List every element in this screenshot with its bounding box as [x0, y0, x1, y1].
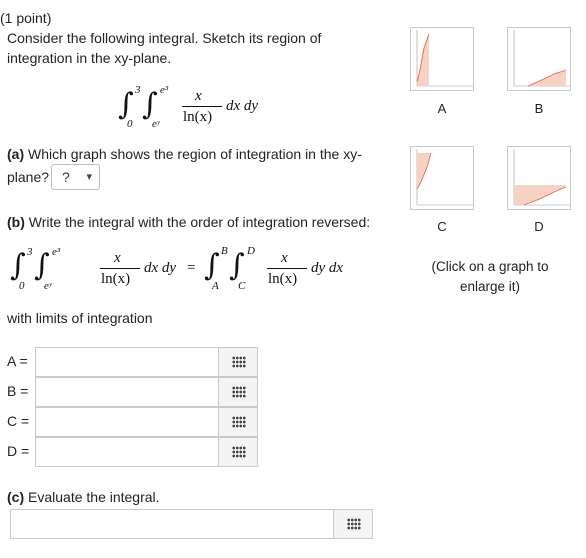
graph-select-value: ?: [62, 169, 70, 185]
lhs-denominator: ln(x): [101, 271, 131, 287]
with-limits-text: with limits of integration: [7, 310, 153, 326]
graph-c-thumbnail[interactable]: [410, 146, 474, 210]
part-a-label: (a): [7, 146, 25, 162]
limit-input-c-text[interactable]: [36, 408, 218, 436]
rhs-denominator: ln(x): [268, 271, 298, 287]
chevron-down-icon: ▾: [86, 171, 92, 183]
rhs-outer-upper: B: [221, 245, 228, 257]
keypad-icon: [232, 446, 246, 458]
problem-intro-line1: Consider the following integral. Sketch …: [7, 30, 322, 46]
graph-hint-line1: (Click on a graph to: [431, 259, 549, 274]
rhs-differentials: dy dx: [311, 260, 344, 276]
integral-differentials: dx dy: [226, 98, 259, 114]
rhs-outer-lower: A: [212, 280, 219, 292]
limit-input-a[interactable]: [35, 347, 219, 377]
part-b-line: (b) Write the integral with the order of…: [7, 212, 370, 232]
equals-sign: =: [187, 260, 196, 276]
lhs-inner-upper: e³: [52, 246, 61, 258]
inner-upper-limit: e³: [160, 84, 169, 96]
keypad-icon: [232, 386, 246, 398]
limit-d-palette-button[interactable]: [218, 437, 258, 467]
limit-label-c: C =: [7, 413, 30, 429]
problem-points: (1 point): [0, 10, 52, 26]
rhs-inner-upper: D: [247, 245, 255, 257]
lhs-numerator: x: [114, 250, 121, 266]
limit-label-d: D =: [7, 443, 30, 459]
integral-value-input-text[interactable]: [11, 510, 333, 538]
limit-a-palette-button[interactable]: [218, 347, 258, 377]
integral-palette-button[interactable]: [333, 509, 373, 539]
part-c-label: (c): [7, 489, 25, 505]
keypad-icon: [347, 518, 361, 530]
limit-input-c[interactable]: [35, 407, 219, 437]
part-c-line: (c) Evaluate the integral.: [7, 487, 160, 507]
lhs-inner-lower: eʸ: [44, 280, 52, 292]
graph-a-label: A: [437, 101, 447, 116]
integrand-denominator: ln(x): [183, 109, 213, 125]
lhs-outer-upper: 3: [27, 246, 33, 258]
part-b-text: Write the integral with the order of int…: [28, 214, 371, 230]
inner-lower-limit: eʸ: [152, 118, 160, 130]
part-a-line2: plane?: [7, 169, 50, 185]
lhs-outer-lower: 0: [19, 280, 25, 292]
problem-intro-line2: integration in the xy-plane.: [7, 50, 172, 66]
keypad-icon: [232, 356, 246, 368]
graph-b-label: B: [534, 101, 544, 116]
main-integral: ∫ 3 0 ∫ e³ eʸ x ln(x) dx dy: [118, 84, 259, 130]
limit-input-b-text[interactable]: [36, 378, 218, 406]
limit-input-d-text[interactable]: [36, 438, 218, 466]
graph-c-label: C: [437, 219, 447, 234]
lhs-differentials: dx dy: [144, 260, 177, 276]
rhs-numerator: x: [281, 250, 288, 266]
outer-lower-limit: 0: [127, 118, 133, 130]
graph-a-thumbnail[interactable]: [410, 27, 474, 91]
limit-input-a-text[interactable]: [36, 348, 218, 376]
part-a-text: Which graph shows the region of integrat…: [28, 146, 362, 162]
keypad-icon: [232, 416, 246, 428]
graph-select-dropdown[interactable]: ? ▾: [51, 164, 100, 190]
graph-d-thumbnail[interactable]: [507, 146, 571, 210]
part-a-line1: (a) Which graph shows the region of inte…: [7, 144, 362, 164]
integrand-numerator: x: [195, 88, 202, 104]
part-b-label: (b): [7, 214, 25, 230]
limit-c-palette-button[interactable]: [218, 407, 258, 437]
limit-input-b[interactable]: [35, 377, 219, 407]
limit-label-b: B =: [7, 383, 29, 399]
part-c-text: Evaluate the integral.: [28, 489, 160, 505]
outer-upper-limit: 3: [135, 84, 141, 96]
graph-d-label: D: [534, 219, 544, 234]
limit-b-palette-button[interactable]: [218, 377, 258, 407]
reversed-integral-equation: ∫ 3 0 ∫ e³ eʸ x ln(x) dx dy = ∫ B A ∫ D …: [10, 245, 344, 292]
graph-b-thumbnail[interactable]: [507, 27, 571, 91]
integral-value-input[interactable]: [10, 509, 334, 539]
limit-input-d[interactable]: [35, 437, 219, 467]
graph-hint-line2: enlarge it): [459, 279, 521, 294]
rhs-inner-lower: C: [238, 280, 246, 292]
limit-label-a: A =: [7, 353, 28, 369]
